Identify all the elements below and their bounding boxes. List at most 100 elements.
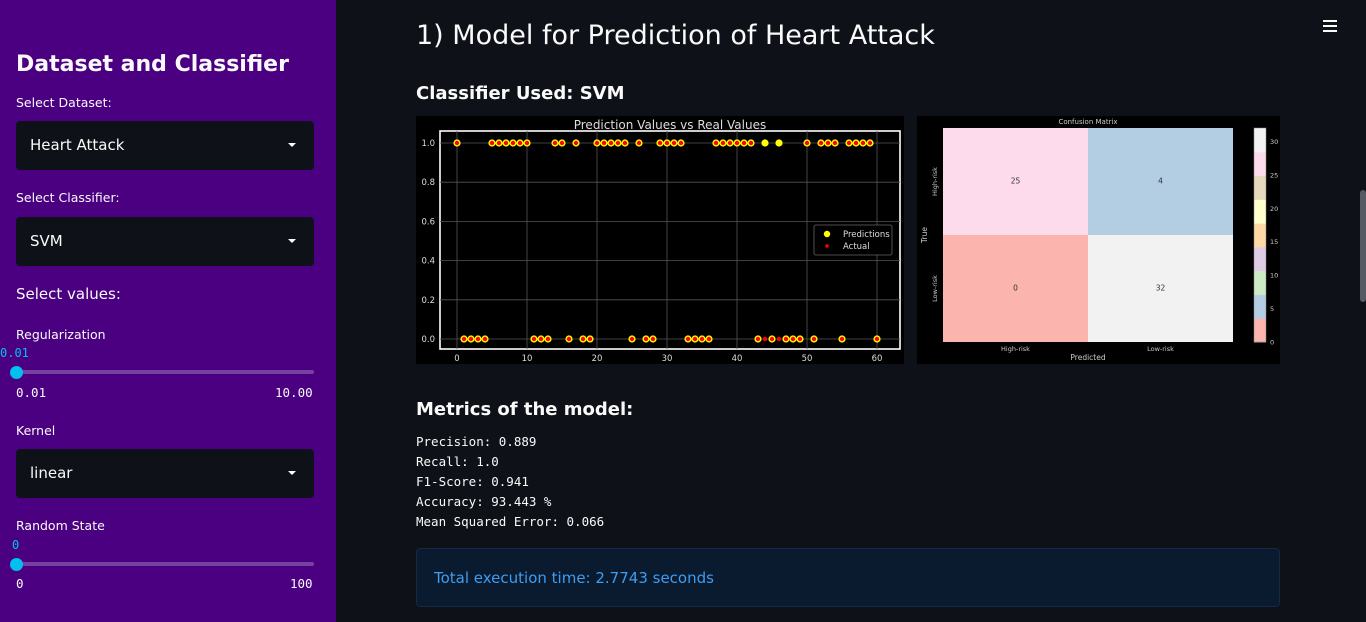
y-tick-label: 0.0 (421, 335, 435, 345)
cm-y-tick-label: High-risk (931, 167, 939, 196)
colorbar-segment (1254, 199, 1266, 224)
actual-point (734, 140, 740, 146)
actual-point (832, 140, 838, 146)
colorbar-tick-label: 30 (1270, 138, 1278, 146)
actual-point (468, 336, 474, 342)
metric-f1: F1-Score: 0.941 (416, 474, 529, 489)
sidebar-title: Dataset and Classifier (16, 52, 289, 77)
colorbar-tick-label: 0 (1270, 339, 1274, 347)
actual-point (636, 140, 642, 146)
actual-point (699, 336, 705, 342)
classifier-select[interactable]: SVM (16, 217, 314, 266)
colorbar-tick-label: 25 (1270, 171, 1278, 179)
metric-recall: Recall: 1.0 (416, 454, 499, 469)
actual-point (867, 140, 873, 146)
random-state-current-value: 0 (12, 538, 20, 552)
chevron-down-icon (288, 143, 296, 147)
actual-point (790, 336, 796, 342)
actual-point (510, 140, 516, 146)
actual-point (811, 336, 817, 342)
actual-point (545, 336, 551, 342)
actual-point (846, 140, 852, 146)
regularization-current-value: 0.01 (0, 346, 29, 360)
x-tick-label: 0 (454, 354, 459, 364)
regularization-slider[interactable] (16, 370, 314, 374)
actual-point (860, 140, 866, 146)
cm-x-tick-label: High-risk (1001, 345, 1030, 353)
actual-point (580, 336, 586, 342)
sidebar: Dataset and Classifier Select Dataset: H… (0, 0, 336, 622)
random-state-min: 0 (16, 576, 24, 591)
random-state-slider-thumb[interactable] (10, 558, 23, 571)
x-tick-label: 50 (802, 354, 813, 364)
actual-point (692, 336, 698, 342)
cm-cell-value: 25 (1011, 177, 1021, 186)
dataset-select[interactable]: Heart Attack (16, 121, 314, 170)
actual-point (594, 140, 600, 146)
x-tick-label: 30 (662, 354, 673, 364)
classifier-label: Select Classifier: (16, 190, 120, 205)
actual-point (552, 140, 558, 146)
actual-point (664, 140, 670, 146)
actual-point (461, 336, 467, 342)
kernel-label: Kernel (16, 423, 56, 438)
kernel-select[interactable]: linear (16, 449, 314, 498)
actual-point (783, 336, 789, 342)
confusion-matrix-svg: Confusion Matrix 25 4 0 32 High-risk High-risk… (920, 118, 1278, 362)
actual-point (650, 336, 656, 342)
metric-accuracy: Accuracy: 93.443 % (416, 494, 552, 509)
chevron-down-icon (288, 471, 296, 475)
random-state-slider[interactable] (16, 562, 314, 566)
actual-point (727, 140, 733, 146)
scrollbar[interactable] (1360, 190, 1366, 302)
colorbar-segment (1254, 223, 1266, 248)
actual-point (825, 140, 831, 146)
regularization-slider-thumb[interactable] (10, 366, 23, 379)
actual-point (818, 140, 824, 146)
actual-point (629, 336, 635, 342)
actual-point (538, 336, 544, 342)
page-title: 1) Model for Prediction of Heart Attack (416, 20, 935, 51)
metric-mse: Mean Squared Error: 0.066 (416, 514, 605, 529)
execution-time-info: Total execution time: 2.7743 seconds (416, 548, 1280, 607)
actual-point (601, 140, 607, 146)
actual-point (671, 140, 677, 146)
actual-point (657, 140, 663, 146)
actual-point (706, 336, 712, 342)
y-tick-label: 0.4 (421, 257, 435, 267)
metric-precision: Precision: 0.889 (416, 434, 537, 449)
execution-time-text: Total execution time: 2.7743 seconds (434, 569, 714, 587)
actual-point (755, 336, 761, 342)
colorbar-segment (1254, 151, 1266, 177)
legend-marker-predictions (823, 230, 831, 238)
regularization-min: 0.01 (16, 385, 47, 400)
metrics-heading: Metrics of the model: (416, 399, 634, 420)
actual-point (531, 336, 537, 342)
y-tick-label: 1.0 (421, 139, 435, 149)
actual-point (643, 336, 649, 342)
x-tick-label: 20 (592, 354, 603, 364)
actual-point (482, 336, 488, 342)
y-tick-label: 0.6 (421, 217, 435, 227)
actual-point (615, 140, 621, 146)
colorbar-segment (1254, 175, 1266, 200)
kernel-select-value: linear (30, 464, 73, 482)
cm-x-tick-label: Low-risk (1147, 345, 1174, 353)
regularization-max: 10.00 (275, 385, 313, 400)
chevron-down-icon (288, 239, 296, 243)
actual-point (685, 336, 691, 342)
values-section-label: Select values: (16, 285, 121, 303)
actual-point (489, 140, 495, 146)
actual-point (839, 336, 845, 342)
actual-point (713, 140, 719, 146)
legend-label-predictions: Predictions (843, 230, 890, 240)
actual-point (748, 140, 754, 146)
hamburger-menu-icon[interactable] (1320, 18, 1340, 34)
prediction-point (775, 139, 783, 147)
cm-cell-value: 4 (1158, 177, 1163, 186)
dataset-select-value: Heart Attack (30, 136, 125, 154)
actual-point (454, 140, 460, 146)
x-tick-label: 40 (732, 354, 743, 364)
actual-point (559, 140, 565, 146)
prediction-scatter-chart: 0 10 20 30 40 50 60 0.0 0.2 0.4 0.6 0.8 1.0 Predictio… (416, 116, 904, 364)
